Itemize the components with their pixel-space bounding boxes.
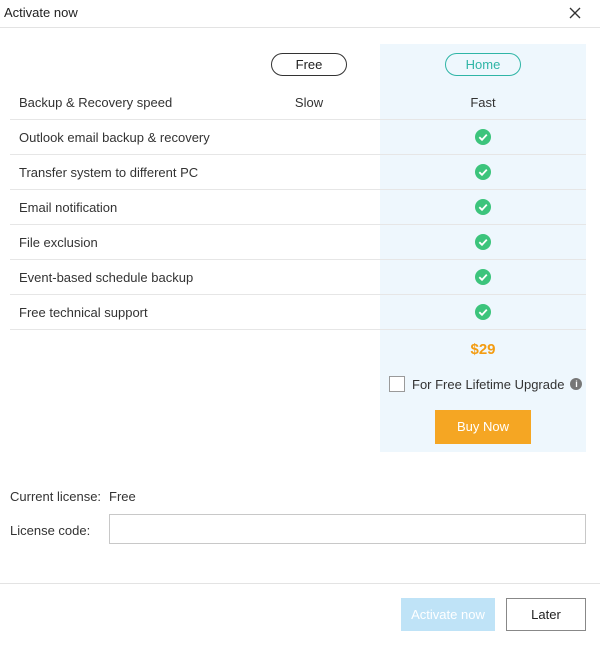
footer-divider xyxy=(0,583,600,584)
feature-table: Backup & Recovery speed Slow Fast Outloo… xyxy=(10,85,586,330)
buy-now-button[interactable]: Buy Now xyxy=(435,410,531,444)
feature-name: Event-based schedule backup xyxy=(19,270,194,285)
lifetime-upgrade-option[interactable]: For Free Lifetime Upgrade i xyxy=(389,375,583,393)
check-circle-icon xyxy=(475,164,491,180)
later-button[interactable]: Later xyxy=(506,598,586,631)
feature-name: Free technical support xyxy=(19,305,148,320)
lifetime-upgrade-checkbox[interactable] xyxy=(389,376,405,392)
info-icon[interactable]: i xyxy=(570,378,583,390)
table-row: Outlook email backup & recovery xyxy=(10,120,586,155)
check-circle-icon xyxy=(475,199,491,215)
home-value: Fast xyxy=(470,95,496,110)
table-row: Email notification xyxy=(10,190,586,225)
check-circle-icon xyxy=(475,269,491,285)
free-plan-pill: Free xyxy=(271,53,347,76)
title-bar: Activate now xyxy=(0,0,600,28)
table-row: Backup & Recovery speed Slow Fast xyxy=(10,85,586,120)
feature-name: Transfer system to different PC xyxy=(19,165,199,180)
lifetime-upgrade-label: For Free Lifetime Upgrade xyxy=(412,376,565,392)
current-license-label: Current license: xyxy=(10,489,102,504)
check-circle-icon xyxy=(475,129,491,145)
table-row: Event-based schedule backup xyxy=(10,260,586,295)
activate-now-button[interactable]: Activate now xyxy=(401,598,495,631)
check-circle-icon xyxy=(475,234,491,250)
table-row: Transfer system to different PC xyxy=(10,155,586,190)
feature-name: File exclusion xyxy=(19,235,98,250)
free-value: Slow xyxy=(294,95,324,110)
table-row: Free technical support xyxy=(10,295,586,330)
close-button[interactable] xyxy=(564,2,586,24)
window-title: Activate now xyxy=(4,5,78,20)
current-license-value: Free xyxy=(109,489,136,504)
feature-name: Email notification xyxy=(19,200,118,215)
license-code-label: License code: xyxy=(10,523,91,538)
home-price: $29 xyxy=(470,341,496,358)
home-plan-pill: Home xyxy=(445,53,521,76)
feature-name: Outlook email backup & recovery xyxy=(19,130,210,145)
table-row: File exclusion xyxy=(10,225,586,260)
license-code-input[interactable] xyxy=(109,514,586,544)
close-icon xyxy=(569,7,581,19)
feature-name: Backup & Recovery speed xyxy=(19,95,173,110)
check-circle-icon xyxy=(475,304,491,320)
